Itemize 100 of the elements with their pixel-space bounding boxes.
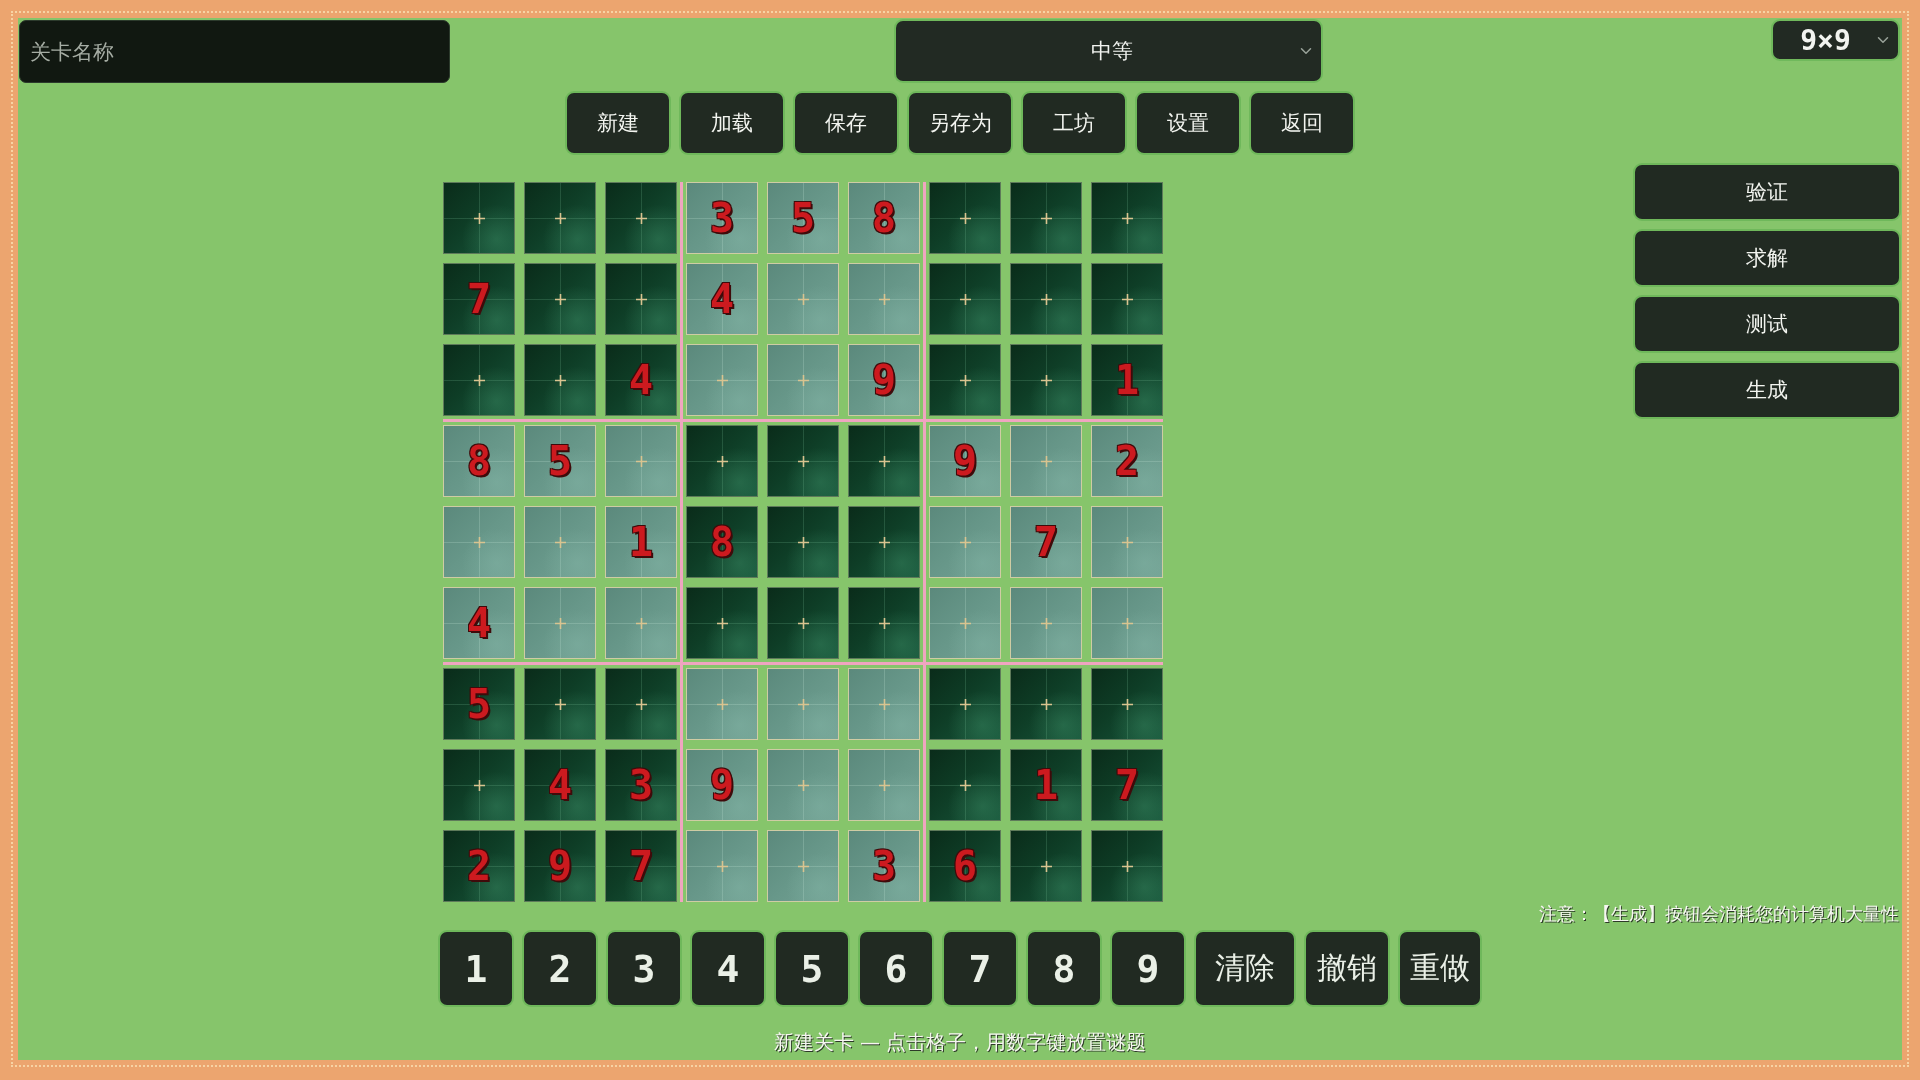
sudoku-cell[interactable]: 7 [443, 263, 515, 335]
sudoku-cell[interactable] [605, 425, 677, 497]
sudoku-cell[interactable]: 1 [605, 506, 677, 578]
sudoku-cell[interactable] [524, 263, 596, 335]
sudoku-cell[interactable] [767, 263, 839, 335]
sudoku-cell[interactable] [848, 587, 920, 659]
sudoku-cell[interactable] [686, 587, 758, 659]
sudoku-cell[interactable]: 3 [686, 182, 758, 254]
pad-action-button[interactable]: 重做 [1400, 932, 1480, 1005]
sudoku-cell[interactable]: 4 [605, 344, 677, 416]
sudoku-cell[interactable] [1091, 263, 1163, 335]
sudoku-cell[interactable] [929, 587, 1001, 659]
number-key[interactable]: 1 [440, 932, 512, 1005]
level-name-field[interactable]: 关卡名称 [19, 20, 450, 83]
sudoku-cell[interactable] [767, 668, 839, 740]
sudoku-cell[interactable] [929, 668, 1001, 740]
number-key[interactable]: 6 [860, 932, 932, 1005]
sudoku-cell[interactable] [686, 668, 758, 740]
sudoku-cell[interactable] [848, 668, 920, 740]
sudoku-cell[interactable] [929, 263, 1001, 335]
sudoku-cell[interactable]: 8 [686, 506, 758, 578]
sudoku-cell[interactable] [767, 506, 839, 578]
sudoku-cell[interactable] [1010, 587, 1082, 659]
sudoku-cell[interactable] [1010, 668, 1082, 740]
grid-size-dropdown[interactable]: 9×9 [1773, 21, 1898, 59]
sudoku-cell[interactable] [1091, 668, 1163, 740]
number-key[interactable]: 7 [944, 932, 1016, 1005]
sudoku-cell[interactable] [1010, 830, 1082, 902]
sudoku-cell[interactable] [443, 182, 515, 254]
side-action-button[interactable]: 生成 [1635, 363, 1899, 417]
toolbar-button[interactable]: 保存 [795, 93, 897, 153]
sudoku-cell[interactable]: 3 [605, 749, 677, 821]
sudoku-cell[interactable] [1091, 830, 1163, 902]
sudoku-cell[interactable]: 9 [686, 749, 758, 821]
toolbar-button[interactable]: 设置 [1137, 93, 1239, 153]
sudoku-cell[interactable] [524, 587, 596, 659]
sudoku-cell[interactable]: 7 [1010, 506, 1082, 578]
sudoku-cell[interactable]: 9 [929, 425, 1001, 497]
sudoku-cell[interactable]: 5 [524, 425, 596, 497]
difficulty-dropdown[interactable]: 中等 [896, 21, 1321, 81]
toolbar-button[interactable]: 新建 [567, 93, 669, 153]
sudoku-cell[interactable] [443, 344, 515, 416]
side-action-button[interactable]: 测试 [1635, 297, 1899, 351]
sudoku-cell[interactable]: 4 [524, 749, 596, 821]
toolbar-button[interactable]: 另存为 [909, 93, 1011, 153]
sudoku-cell[interactable]: 2 [443, 830, 515, 902]
sudoku-cell[interactable] [1091, 182, 1163, 254]
number-key[interactable]: 9 [1112, 932, 1184, 1005]
sudoku-cell[interactable] [1091, 506, 1163, 578]
sudoku-cell[interactable]: 8 [443, 425, 515, 497]
sudoku-cell[interactable]: 4 [686, 263, 758, 335]
number-key[interactable]: 2 [524, 932, 596, 1005]
sudoku-cell[interactable] [1010, 263, 1082, 335]
sudoku-cell[interactable] [767, 344, 839, 416]
sudoku-cell[interactable] [929, 749, 1001, 821]
number-key[interactable]: 4 [692, 932, 764, 1005]
sudoku-cell[interactable]: 3 [848, 830, 920, 902]
toolbar-button[interactable]: 加载 [681, 93, 783, 153]
sudoku-cell[interactable] [605, 182, 677, 254]
sudoku-cell[interactable]: 5 [443, 668, 515, 740]
sudoku-cell[interactable] [1091, 587, 1163, 659]
sudoku-cell[interactable] [686, 830, 758, 902]
sudoku-cell[interactable] [524, 182, 596, 254]
sudoku-cell[interactable]: 7 [1091, 749, 1163, 821]
sudoku-cell[interactable] [767, 830, 839, 902]
sudoku-cell[interactable]: 1 [1010, 749, 1082, 821]
sudoku-cell[interactable] [929, 506, 1001, 578]
sudoku-cell[interactable] [686, 425, 758, 497]
sudoku-cell[interactable] [1010, 182, 1082, 254]
sudoku-cell[interactable]: 9 [524, 830, 596, 902]
sudoku-cell[interactable]: 9 [848, 344, 920, 416]
sudoku-cell[interactable]: 6 [929, 830, 1001, 902]
sudoku-cell[interactable] [605, 587, 677, 659]
sudoku-cell[interactable]: 8 [848, 182, 920, 254]
pad-action-button[interactable]: 撤销 [1306, 932, 1388, 1005]
sudoku-cell[interactable]: 1 [1091, 344, 1163, 416]
sudoku-cell[interactable] [443, 749, 515, 821]
sudoku-cell[interactable] [848, 425, 920, 497]
sudoku-cell[interactable] [1010, 425, 1082, 497]
sudoku-cell[interactable]: 4 [443, 587, 515, 659]
sudoku-cell[interactable] [767, 425, 839, 497]
sudoku-cell[interactable] [1010, 344, 1082, 416]
sudoku-cell[interactable] [443, 506, 515, 578]
sudoku-cell[interactable] [524, 668, 596, 740]
sudoku-cell[interactable]: 5 [767, 182, 839, 254]
sudoku-cell[interactable] [767, 749, 839, 821]
sudoku-cell[interactable] [686, 344, 758, 416]
side-action-button[interactable]: 求解 [1635, 231, 1899, 285]
toolbar-button[interactable]: 工坊 [1023, 93, 1125, 153]
number-key[interactable]: 5 [776, 932, 848, 1005]
sudoku-cell[interactable] [929, 344, 1001, 416]
sudoku-cell[interactable] [929, 182, 1001, 254]
sudoku-cell[interactable] [767, 587, 839, 659]
sudoku-cell[interactable]: 7 [605, 830, 677, 902]
sudoku-cell[interactable]: 2 [1091, 425, 1163, 497]
sudoku-cell[interactable] [605, 668, 677, 740]
sudoku-cell[interactable] [848, 263, 920, 335]
sudoku-cell[interactable] [848, 506, 920, 578]
sudoku-cell[interactable] [524, 344, 596, 416]
number-key[interactable]: 8 [1028, 932, 1100, 1005]
